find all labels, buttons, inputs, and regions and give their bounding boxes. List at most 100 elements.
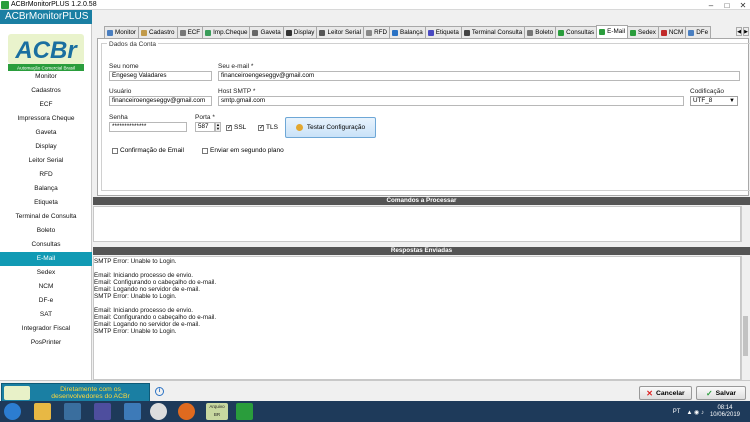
name-field[interactable]: Engeseg Valadares xyxy=(109,71,212,81)
sidebar-item-rfd[interactable]: RFD xyxy=(0,168,92,182)
promo-line-2: desenvolvedores do ACBr xyxy=(51,393,130,400)
port-label: Porta * xyxy=(195,114,215,121)
tab-imp-cheque[interactable]: Imp.Cheque xyxy=(202,26,251,38)
log-line: SMTP Error: Unable to Login. xyxy=(94,258,177,265)
sidebar-item-monitor[interactable]: Monitor xyxy=(0,70,92,84)
sidebar-item-sedex[interactable]: Sedex xyxy=(0,266,92,280)
sidebar-item-balan-a[interactable]: Balança xyxy=(0,182,92,196)
firefox-icon[interactable] xyxy=(178,403,195,420)
info-icon[interactable]: i xyxy=(155,387,164,396)
password-field[interactable]: ************** xyxy=(109,122,187,132)
tab-display[interactable]: Display xyxy=(282,26,318,38)
sidebar-item-e-mail[interactable]: E-Mail xyxy=(0,252,92,266)
responses-log[interactable]: SMTP Error: Unable to Login. Email: Inici… xyxy=(93,256,741,380)
save-button[interactable]: ✓ Salvar xyxy=(696,386,746,400)
tab-label: E-Mail xyxy=(607,28,626,35)
tab-boleto[interactable]: Boleto xyxy=(524,26,557,38)
tab-icon xyxy=(141,29,147,36)
tab-rfd[interactable]: RFD xyxy=(363,26,391,38)
tab-gaveta[interactable]: Gaveta xyxy=(249,26,284,38)
sidebar-item-consultas[interactable]: Consultas xyxy=(0,238,92,252)
sidebar-item-impressora-cheque[interactable]: Impressora Cheque xyxy=(0,112,92,126)
smtp-host-field[interactable]: smtp.gmail.com xyxy=(218,96,684,106)
file-explorer-icon[interactable] xyxy=(34,403,51,420)
log-line: SMTP Error: Unable to Login. xyxy=(94,293,177,300)
language-indicator[interactable]: PT xyxy=(673,409,681,415)
chrome-icon[interactable] xyxy=(150,403,167,420)
start-button-icon[interactable] xyxy=(4,403,21,420)
sidebar-item-boleto[interactable]: Boleto xyxy=(0,224,92,238)
responses-scrollbar[interactable] xyxy=(741,256,749,380)
delphi-icon[interactable] xyxy=(64,403,81,420)
tab-label: Consultas xyxy=(566,28,595,36)
scroll-thumb[interactable] xyxy=(743,316,748,356)
cancel-button[interactable]: ✕ Cancelar xyxy=(639,386,692,400)
tab-etiqueta[interactable]: Etiqueta xyxy=(424,26,462,38)
tab-ncm[interactable]: NCM xyxy=(657,26,687,38)
tab-leitor-serial[interactable]: Leitor Serial xyxy=(316,26,365,38)
pinned-app-icon[interactable]: Arquivo BR xyxy=(206,403,228,420)
test-config-button[interactable]: Testar Configuração xyxy=(285,117,376,138)
acbr-logo: ACBr Automação Comercial Brasil xyxy=(8,34,84,71)
ssl-checkbox[interactable]: ✓ SSL xyxy=(226,124,246,131)
name-label: Seu nome xyxy=(109,63,139,70)
tab-scroll-right-icon[interactable]: ▶ xyxy=(743,27,749,36)
tab-icon xyxy=(463,29,470,36)
sidebar-item-sat[interactable]: SAT xyxy=(0,308,92,322)
confirm-email-checkbox[interactable]: Confirmação de Email xyxy=(112,147,184,154)
sidebar-item-posprinter[interactable]: PosPrinter xyxy=(0,336,92,350)
log-line: Email: Configurando o cabeçalho do e-mai… xyxy=(94,279,217,286)
sidebar-item-display[interactable]: Display xyxy=(0,140,92,154)
acbr-taskbar-icon[interactable] xyxy=(236,403,253,420)
port-field[interactable]: 587 xyxy=(195,122,215,132)
sidebar-item-ncm[interactable]: NCM xyxy=(0,280,92,294)
tab-scroll-left-icon[interactable]: ◀ xyxy=(736,27,742,36)
tab-terminal-consulta[interactable]: Terminal Consulta xyxy=(460,26,526,38)
clock-time: 08:14 xyxy=(717,405,733,411)
clock[interactable]: 08:14 10/06/2019 xyxy=(710,405,740,419)
tab-label: Imp.Cheque xyxy=(213,28,248,36)
user-field[interactable]: financeiroengeseggv@gmail.com xyxy=(109,96,212,106)
app-icon-blue[interactable] xyxy=(124,403,141,420)
sidebar-item-ecf[interactable]: ECF xyxy=(0,98,92,112)
background-send-checkbox[interactable]: Enviar em segundo plano xyxy=(202,147,284,154)
tab-sedex[interactable]: Sedex xyxy=(627,26,659,38)
tab-label: Sedex xyxy=(638,28,656,36)
sidebar-item-etiqueta[interactable]: Etiqueta xyxy=(0,196,92,210)
commands-scrollbar[interactable] xyxy=(741,206,749,242)
minimize-icon[interactable]: – xyxy=(706,1,716,10)
tab-balan-a[interactable]: Balança xyxy=(389,26,426,38)
tab-cadastro[interactable]: Cadastro xyxy=(138,26,178,38)
tls-checkbox[interactable]: ✓ TLS xyxy=(258,124,278,131)
log-line: Email: Logando no servidor de e-mail. xyxy=(94,286,201,293)
tab-consultas[interactable]: Consultas xyxy=(555,26,598,38)
close-icon[interactable]: ✕ xyxy=(738,1,748,10)
tab-e-mail[interactable]: E-Mail xyxy=(596,25,629,38)
maximize-icon[interactable]: □ xyxy=(722,1,732,10)
sidebar-item-integrador-fiscal[interactable]: Integrador Fiscal xyxy=(0,322,92,336)
visual-studio-icon[interactable] xyxy=(94,403,111,420)
sidebar-item-df-e[interactable]: DF-e xyxy=(0,294,92,308)
sidebar-item-gaveta[interactable]: Gaveta xyxy=(0,126,92,140)
sidebar-item-leitor-serial[interactable]: Leitor Serial xyxy=(0,154,92,168)
sidebar-item-cadastros[interactable]: Cadastros xyxy=(0,84,92,98)
promo-banner[interactable]: Diretamente com os desenvolvedores do AC… xyxy=(1,383,150,402)
chevron-down-icon: ▼ xyxy=(729,98,735,104)
tab-label: RFD xyxy=(374,28,388,36)
tab-monitor[interactable]: Monitor xyxy=(104,26,139,38)
tab-dfe[interactable]: DFe xyxy=(685,26,712,38)
sidebar-item-terminal-de-consulta[interactable]: Terminal de Consulta xyxy=(0,210,92,224)
log-line: Email: Iniciando processo de envio. xyxy=(94,307,194,314)
cancel-icon: ✕ xyxy=(646,388,653,398)
encoding-select[interactable]: UTF_8 ▼ xyxy=(690,96,738,106)
tab-icon xyxy=(660,29,667,36)
commands-area[interactable] xyxy=(93,206,741,242)
port-spinner[interactable]: ▲ ▼ xyxy=(215,122,221,132)
email-field[interactable]: financeiroengeseggv@gmail.com xyxy=(218,71,740,81)
tab-ecf[interactable]: ECF xyxy=(176,26,204,38)
cancel-label: Cancelar xyxy=(655,389,685,397)
tray-icons[interactable]: ▲ ◉ ♪ xyxy=(686,409,704,416)
logo-text: ACBr xyxy=(14,37,78,64)
bottom-bar: Diretamente com os desenvolvedores do AC… xyxy=(0,380,750,402)
tab-icon xyxy=(366,29,373,36)
